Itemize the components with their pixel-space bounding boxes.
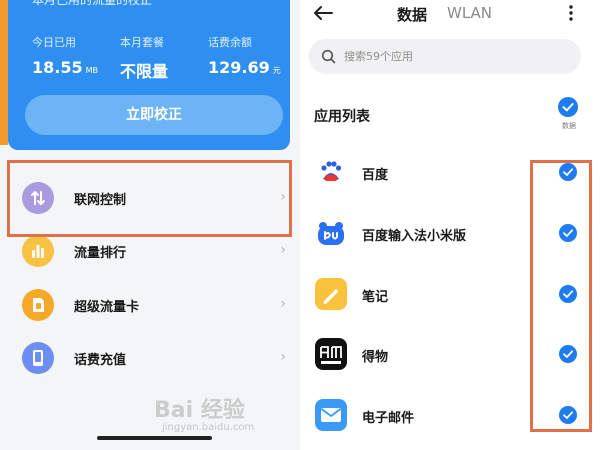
baidu-input-icon bbox=[315, 217, 347, 249]
stat-label: 话费余额 bbox=[208, 36, 252, 49]
search-input[interactable] bbox=[344, 48, 564, 65]
adjacent-card-edge bbox=[0, 0, 8, 145]
stat-unit: MB bbox=[85, 66, 98, 75]
stat-value: 129.69 bbox=[208, 58, 270, 77]
phone-topup-icon bbox=[22, 342, 54, 374]
notes-icon bbox=[315, 278, 347, 310]
dewu-icon bbox=[315, 338, 347, 370]
app-list-header: 应用列表 bbox=[314, 109, 370, 125]
stat-value-wrap: 18.55 MB bbox=[32, 58, 98, 77]
stat-today-used: 今日已用 18.55 MB bbox=[32, 34, 98, 77]
app-name: 百度 bbox=[362, 168, 389, 183]
menu-item-super-data-card[interactable]: 超级流量卡 › bbox=[0, 279, 300, 331]
app-name: 得物 bbox=[362, 350, 389, 365]
right-panel: 数据 WLAN 应用列表 数据 百度 百度输入法小米版 bbox=[300, 0, 600, 450]
app-name: 百度输入法小米版 bbox=[362, 229, 467, 244]
data-usage-card: 本月已用的流量的校正 今日已用 18.55 MB 本月套餐 不限量 话费余额 12… bbox=[8, 0, 290, 150]
baidu-icon bbox=[315, 156, 347, 188]
left-panel: 本月已用的流量的校正 今日已用 18.55 MB 本月套餐 不限量 话费余额 12… bbox=[0, 0, 300, 450]
stat-label: 今日已用 bbox=[32, 36, 76, 49]
back-arrow-icon[interactable] bbox=[312, 3, 334, 23]
menu-item-label: 话费充值 bbox=[74, 353, 127, 368]
chevron-right-icon: › bbox=[280, 296, 286, 312]
app-name: 笔记 bbox=[362, 290, 389, 305]
email-icon bbox=[315, 399, 347, 431]
stat-label: 本月套餐 bbox=[120, 36, 164, 49]
menu-item-label: 流量排行 bbox=[74, 246, 127, 261]
chevron-right-icon: › bbox=[280, 349, 286, 365]
stat-balance: 话费余额 129.69 元 bbox=[208, 34, 281, 77]
traffic-ranking-icon bbox=[22, 235, 54, 267]
super-data-card-icon bbox=[22, 289, 54, 321]
search-bar[interactable] bbox=[309, 39, 581, 74]
select-all-data-checkbox[interactable] bbox=[558, 97, 578, 117]
tab-wlan[interactable]: WLAN bbox=[447, 4, 492, 22]
select-all-caption: 数据 bbox=[562, 122, 576, 130]
tab-data[interactable]: 数据 bbox=[397, 4, 427, 25]
stat-value-wrap: 不限量 bbox=[120, 58, 168, 82]
stat-unit: 元 bbox=[272, 66, 281, 75]
network-control-highlight-box bbox=[7, 160, 292, 237]
menu-item-label: 超级流量卡 bbox=[74, 300, 140, 315]
checkbox-column-highlight-box bbox=[530, 160, 592, 432]
chevron-right-icon: › bbox=[280, 242, 286, 258]
stat-value-wrap: 129.69 元 bbox=[208, 58, 281, 77]
stat-monthly-plan: 本月套餐 不限量 bbox=[120, 34, 168, 82]
menu-item-phone-topup[interactable]: 话费充值 › bbox=[0, 332, 300, 384]
more-options-icon[interactable] bbox=[566, 4, 576, 22]
stat-value: 18.55 bbox=[32, 58, 83, 77]
home-indicator-bar[interactable] bbox=[97, 436, 212, 440]
calibrate-button[interactable]: 立即校正 bbox=[25, 95, 283, 135]
app-name: 电子邮件 bbox=[362, 411, 415, 426]
stat-value: 不限量 bbox=[120, 62, 169, 81]
card-note: 本月已用的流量的校正 bbox=[32, 0, 153, 7]
search-icon bbox=[321, 49, 336, 64]
